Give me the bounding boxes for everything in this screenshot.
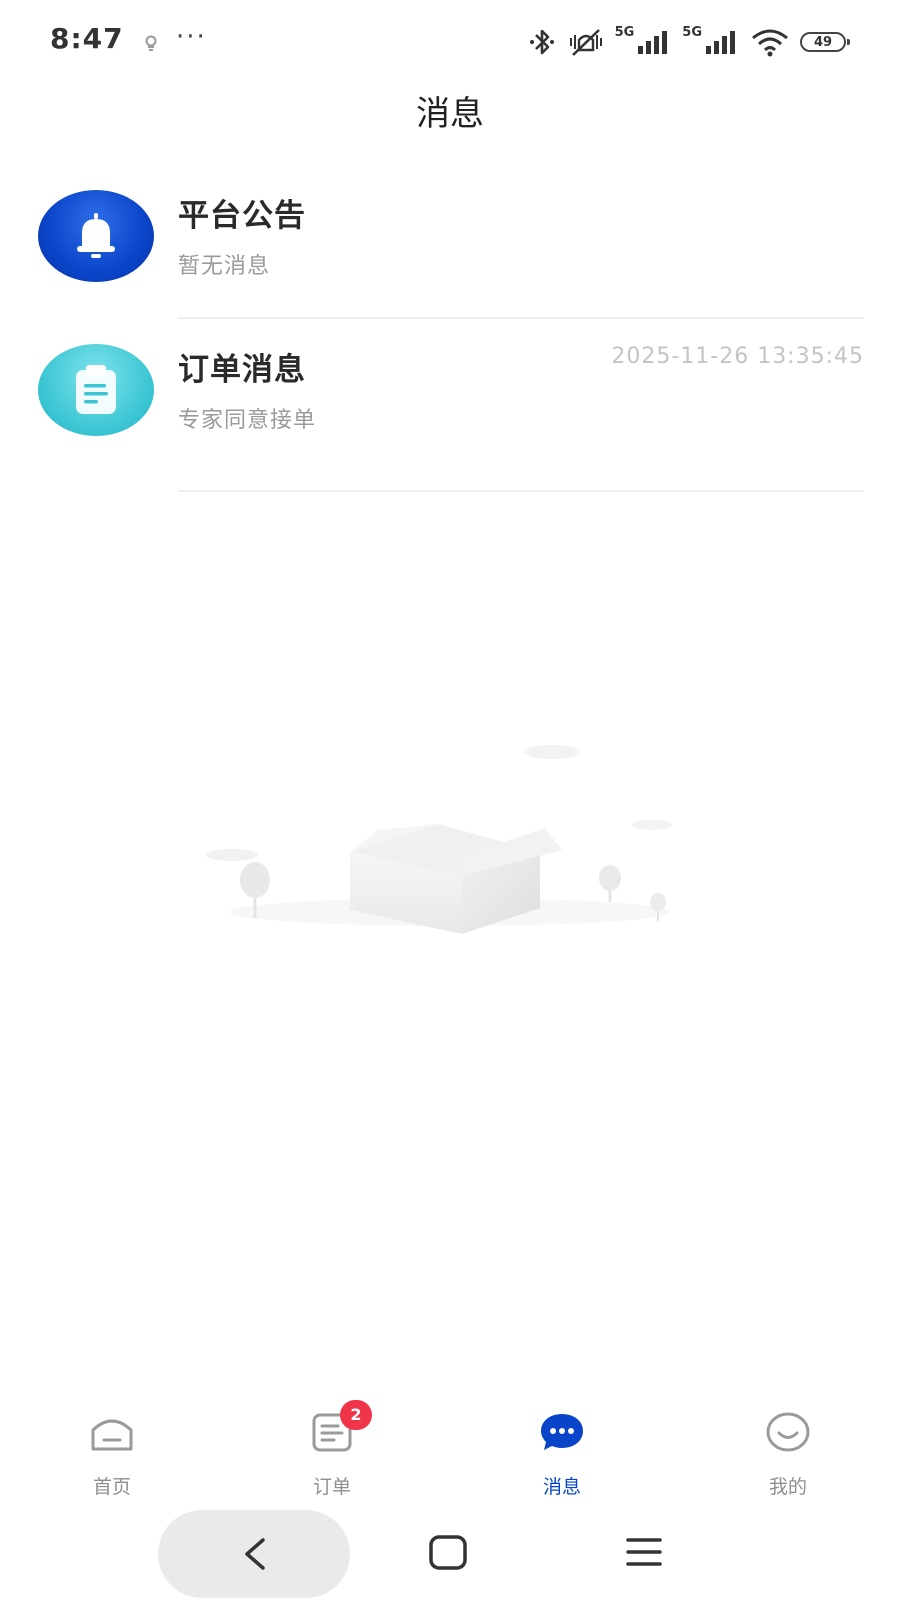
tab-label: 订单	[312, 1476, 351, 1498]
system-nav-bar	[0, 1506, 900, 1600]
page-title: 消息	[416, 94, 484, 134]
tab-order[interactable]: 2 订单	[272, 1400, 392, 1498]
message-icon	[541, 1414, 583, 1450]
bluetooth-icon	[529, 29, 554, 55]
message-subtitle: 暂无消息	[178, 254, 271, 279]
tab-profile[interactable]: 我的	[728, 1406, 848, 1498]
tab-label: 消息	[542, 1476, 581, 1498]
menu-icon[interactable]	[624, 1534, 664, 1572]
divider	[178, 317, 864, 319]
message-subtitle: 专家同意接单	[178, 408, 317, 433]
status-more-icon: ···	[176, 22, 207, 52]
tab-label: 我的	[768, 1476, 807, 1498]
location-icon	[145, 35, 157, 51]
battery-level: 49	[813, 34, 833, 50]
message-title: 平台公告	[178, 198, 306, 234]
tab-label: 首页	[92, 1476, 131, 1498]
home-square-icon[interactable]	[428, 1534, 468, 1572]
message-time: 2025-11-26 13:35:45	[611, 344, 864, 369]
clipboard-icon	[38, 344, 154, 436]
empty-box-illustration	[206, 745, 672, 934]
battery-icon: 49	[800, 32, 850, 52]
status-time: 8:47	[50, 22, 124, 55]
profile-icon	[766, 1412, 810, 1452]
message-title: 订单消息	[178, 352, 306, 388]
signal-icon	[638, 31, 668, 54]
status-bar: 8:47 ··· 5G 5G 49	[0, 0, 900, 82]
network-label-1: 5G	[614, 24, 635, 40]
message-page: 8:47 ··· 5G 5G 49 消息 平台公告 暂无消息 订单消息 2025…	[0, 0, 900, 1600]
wifi-icon	[752, 29, 788, 57]
network-label-2: 5G	[682, 24, 702, 40]
bottom-tab-bar: 首页 2 订单 消息 我的	[0, 1400, 900, 1498]
signal-icon	[706, 31, 735, 54]
home-icon	[91, 1419, 133, 1451]
tab-home[interactable]: 首页	[52, 1406, 172, 1498]
back-icon	[245, 1538, 265, 1570]
bell-icon	[38, 190, 154, 282]
tab-message[interactable]: 消息	[502, 1406, 622, 1498]
mute-vibrate-icon	[569, 29, 602, 56]
back-button[interactable]	[158, 1510, 350, 1598]
divider	[178, 490, 864, 492]
message-item-platform-notice[interactable]: 平台公告 暂无消息	[0, 168, 900, 318]
order-badge: 2	[340, 1400, 372, 1430]
message-item-order[interactable]: 订单消息 2025-11-26 13:35:45 专家同意接单	[0, 322, 900, 472]
status-icons: 5G 5G 49	[527, 22, 850, 62]
